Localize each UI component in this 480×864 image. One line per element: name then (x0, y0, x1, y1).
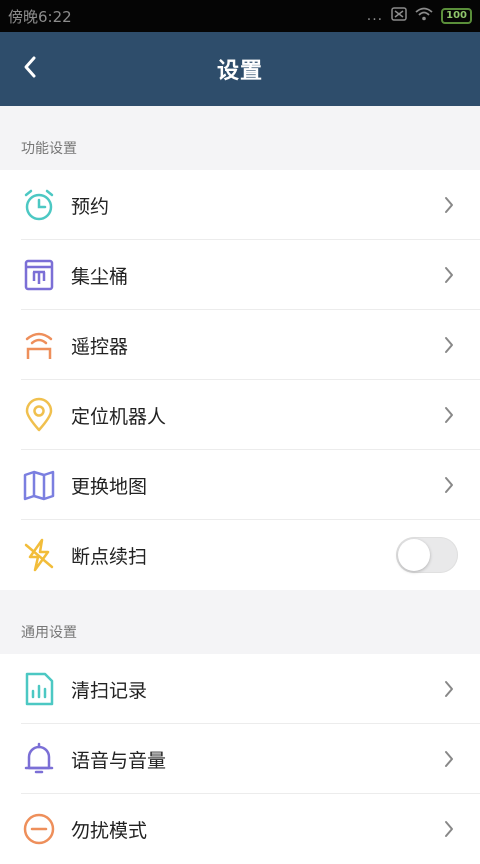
section-title: 功能设置 (21, 141, 77, 157)
chevron-right-icon (438, 474, 460, 496)
settings-item-label: 断点续扫 (71, 545, 148, 568)
chevron-right-icon (438, 404, 460, 426)
chevron-right-icon (438, 194, 460, 216)
chevron-right-icon (438, 264, 460, 286)
toggle-knob (398, 539, 430, 571)
battery-indicator: 100 (441, 8, 472, 24)
alarm-clock-icon (21, 187, 57, 223)
back-button[interactable] (14, 53, 46, 85)
wifi-icon (415, 7, 433, 25)
status-bar: 傍晚6:22 ... 100 (0, 0, 480, 32)
settings-item-label: 集尘桶 (71, 265, 129, 288)
chevron-right-icon (438, 334, 460, 356)
function-settings-list: 预约 集尘桶 遥控器 定位机器人 更换地图 断点续扫 (0, 170, 480, 590)
settings-item-label: 预约 (71, 195, 110, 218)
settings-item-label: 遥控器 (71, 335, 129, 358)
settings-item-label: 清扫记录 (71, 679, 148, 702)
section-header-general: 通用设置 (0, 590, 480, 654)
settings-item-voice-volume[interactable]: 语音与音量 (0, 724, 480, 794)
lightning-icon (21, 537, 57, 573)
report-icon (21, 671, 57, 707)
chevron-left-icon (22, 55, 38, 83)
page-title: 设置 (216, 59, 263, 84)
settings-item-change-map[interactable]: 更换地图 (0, 450, 480, 520)
chevron-right-icon (438, 818, 460, 840)
do-not-disturb-icon (21, 811, 57, 847)
settings-item-locate-robot[interactable]: 定位机器人 (0, 380, 480, 450)
dust-bin-icon (21, 257, 57, 293)
sim-icon (391, 7, 407, 25)
settings-item-label: 勿扰模式 (71, 819, 148, 842)
chevron-right-icon (438, 748, 460, 770)
status-time: 傍晚6:22 (8, 7, 72, 26)
settings-item-dust-bin[interactable]: 集尘桶 (0, 240, 480, 310)
settings-item-schedule[interactable]: 预约 (0, 170, 480, 240)
settings-item-cleaning-records[interactable]: 清扫记录 (0, 654, 480, 724)
location-pin-icon (21, 397, 57, 433)
section-title: 通用设置 (21, 625, 77, 641)
resume-cleaning-toggle[interactable] (396, 537, 458, 573)
settings-item-label: 语音与音量 (71, 749, 167, 772)
bell-icon (21, 741, 57, 777)
settings-item-resume-cleaning: 断点续扫 (0, 520, 480, 590)
general-settings-list: 清扫记录 语音与音量 勿扰模式 (0, 654, 480, 864)
section-header-function: 功能设置 (0, 106, 480, 170)
chevron-right-icon (438, 678, 460, 700)
settings-item-label: 定位机器人 (71, 405, 167, 428)
settings-item-label: 更换地图 (71, 475, 148, 498)
nav-bar: 设置 (0, 32, 480, 106)
map-icon (21, 467, 57, 503)
settings-item-remote-control[interactable]: 遥控器 (0, 310, 480, 380)
status-icons: ... 100 (367, 7, 472, 25)
remote-control-icon (21, 327, 57, 363)
notification-dots: ... (366, 8, 384, 24)
settings-item-do-not-disturb[interactable]: 勿扰模式 (0, 794, 480, 864)
